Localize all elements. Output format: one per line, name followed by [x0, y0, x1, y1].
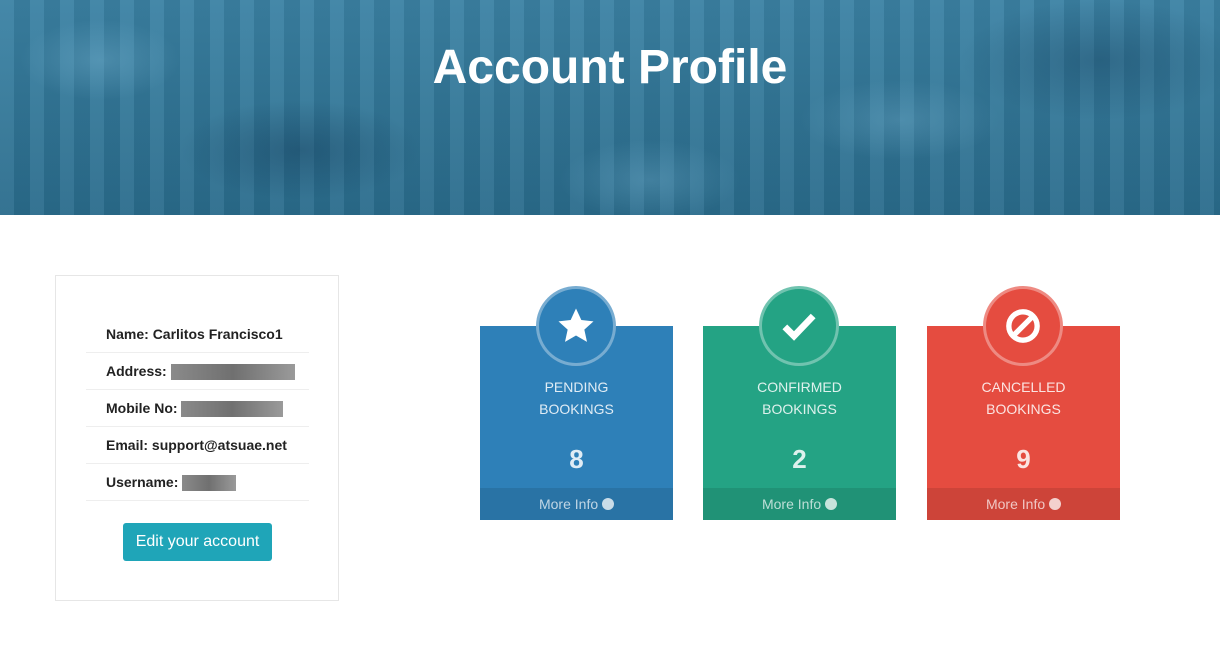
- profile-name: Name: Carlitos Francisco1: [86, 316, 309, 353]
- redacted-username: [182, 475, 237, 492]
- header-banner: Account Profile: [0, 0, 1220, 215]
- card-label: PENDING: [544, 379, 609, 395]
- cancelled-bookings-card: CANCELLED BOOKINGS 9 More Info: [927, 286, 1120, 520]
- profile-address: Address:: [86, 353, 309, 390]
- pending-more-info-link[interactable]: More Info: [480, 488, 673, 520]
- edit-account-button[interactable]: Edit your account: [123, 523, 272, 561]
- chevron-circle-right-icon: [1049, 498, 1062, 510]
- star-icon: [536, 286, 616, 366]
- chevron-circle-right-icon: [825, 498, 838, 510]
- profile-username: Username:: [86, 464, 309, 501]
- redacted-address: [170, 364, 295, 381]
- confirmed-count: 2: [792, 444, 807, 474]
- page-title: Account Profile: [432, 41, 788, 94]
- ban-icon: [983, 286, 1063, 366]
- card-label: CONFIRMED: [757, 379, 842, 395]
- email-value: support@atsuae.net: [151, 437, 287, 453]
- pending-count: 8: [569, 444, 584, 474]
- name-value: Carlitos Francisco1: [152, 326, 283, 342]
- card-label: CANCELLED: [981, 379, 1066, 395]
- chevron-circle-right-icon: [602, 498, 615, 510]
- confirmed-more-info-link[interactable]: More Info: [703, 488, 896, 520]
- cancelled-more-info-link[interactable]: More Info: [927, 488, 1120, 520]
- pending-bookings-card: PENDING BOOKINGS 8 More Info: [480, 286, 673, 520]
- profile-email: Email: support@atsuae.net: [86, 427, 309, 464]
- cancelled-count: 9: [1016, 444, 1031, 474]
- profile-card: Name: Carlitos Francisco1 Address: Mobil…: [55, 275, 339, 601]
- profile-mobile: Mobile No:: [86, 390, 309, 427]
- check-icon: [759, 286, 839, 366]
- confirmed-bookings-card: CONFIRMED BOOKINGS 2 More Info: [703, 286, 896, 520]
- redacted-mobile: [181, 401, 284, 418]
